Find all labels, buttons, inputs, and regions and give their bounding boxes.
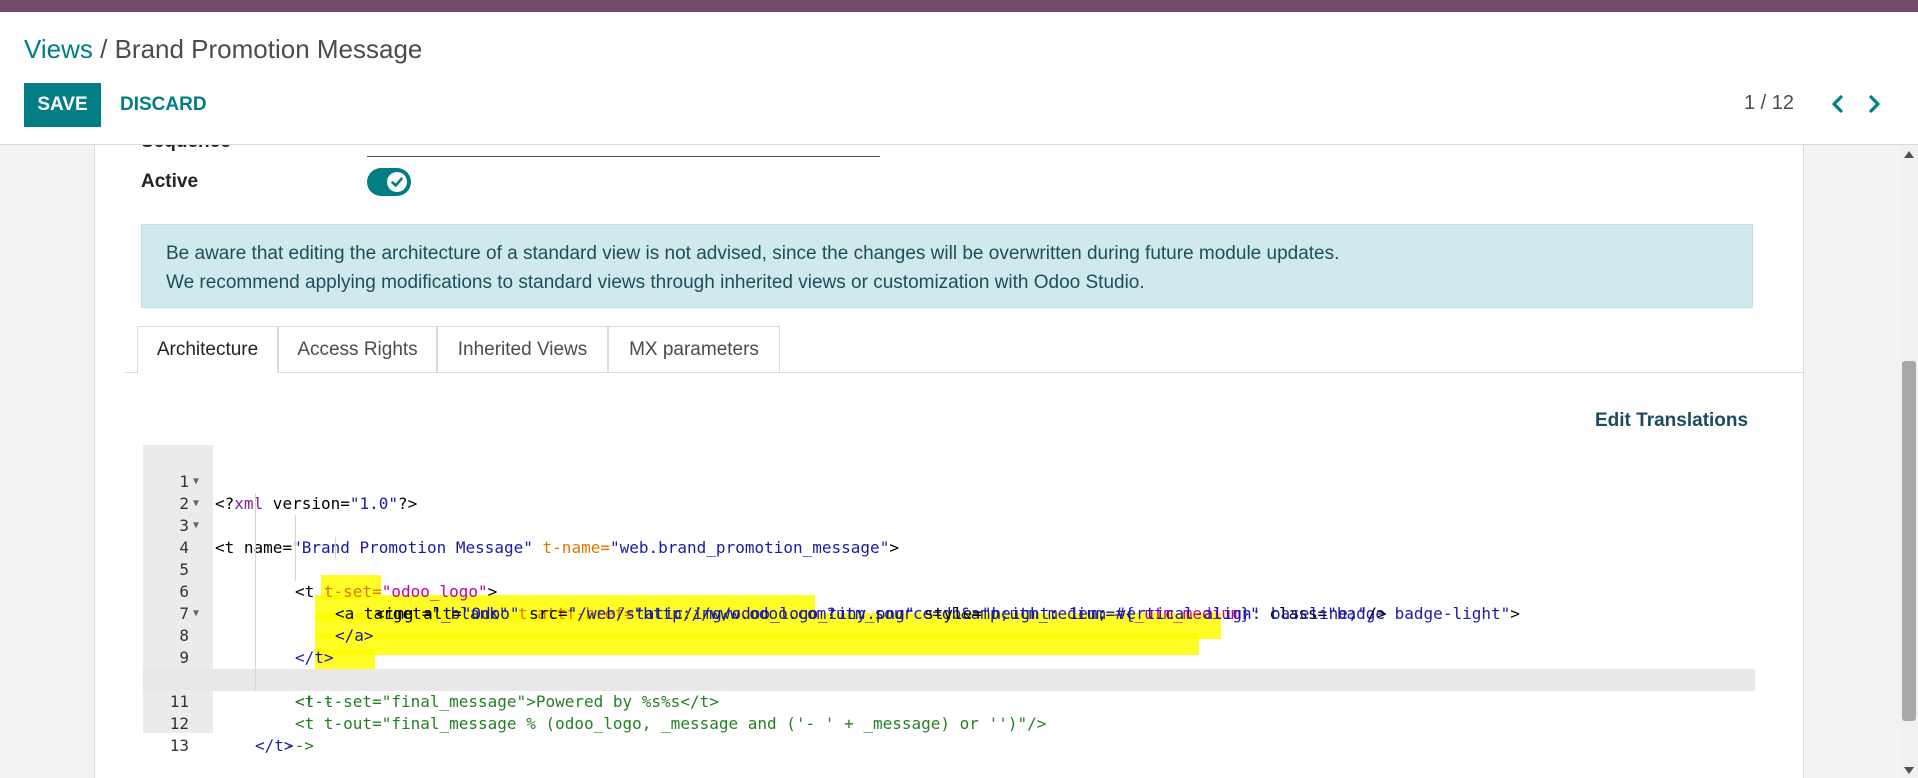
line-number: 13 [169,736,189,755]
notebook-tabs: Architecture Access Rights Inherited Vie… [125,326,1803,373]
active-label: Active [141,171,199,192]
code-line: 4 ▼ <a target="_blank" t-attf-href="http… [143,515,1755,623]
fold-arrow-icon[interactable]: ▼ [193,515,203,537]
sequence-label: Sequence [141,145,231,153]
fold-arrow-icon[interactable]: ▼ [193,603,203,625]
pager-value[interactable]: 1 / 12 [1744,92,1794,115]
code-editor[interactable]: 1 <?xml version="1.0"?> 2 ▼ <t name="Bra… [143,445,1755,755]
code-line: 2 ▼ <t name="Brand Promotion Message" t-… [143,471,1755,557]
code-line: 3 ▼ <t t-set="odoo_logo"> [143,493,1755,601]
code-line: 7 </t> [143,581,1755,667]
tab-architecture[interactable]: Architecture [137,326,278,373]
code-line-active: 11 --> [143,669,1755,755]
pager-previous-button[interactable] [1826,90,1850,118]
chevron-right-icon [1869,95,1880,113]
fold-arrow-icon[interactable]: ▼ [193,471,203,493]
top-navbar [0,0,1918,12]
tab-inherited-views[interactable]: Inherited Views [437,326,608,372]
code-line: 1 <?xml version="1.0"?> [143,449,1755,513]
scroll-down-arrow-icon[interactable] [1904,767,1914,774]
sequence-field[interactable] [367,156,880,157]
tab-mx-parameters[interactable]: MX parameters [608,326,780,372]
pager-next-button[interactable] [1862,90,1886,118]
breadcrumb-separator: / [92,34,115,64]
page-scrollbar[interactable] [1900,145,1918,778]
discard-button[interactable]: DISCARD [112,83,215,127]
active-toggle[interactable] [367,168,411,196]
warning-alert: Be aware that editing the architecture o… [141,224,1753,308]
chevron-left-icon [1832,95,1843,113]
form-sheet: Sequence Active Be aware that editing th… [94,145,1804,778]
toggle-knob [387,172,407,192]
breadcrumb: Views / Brand Promotion Message [24,34,422,65]
fold-arrow-icon[interactable]: ▼ [193,493,203,515]
breadcrumb-views-link[interactable]: Views [24,34,93,64]
breadcrumb-current: Brand Promotion Message [114,34,423,64]
code-line: 10 <t t-out="final_message % (odoo_logo,… [143,647,1755,733]
code-line: 13 [143,713,1755,755]
scroll-up-arrow-icon[interactable] [1904,151,1914,158]
edit-translations-button[interactable]: Edit Translations [1595,410,1748,432]
control-panel: Views / Brand Promotion Message SAVE DIS… [0,12,1918,145]
alert-line-1: Be aware that editing the architecture o… [166,243,1340,264]
form-view-area: Sequence Active Be aware that editing th… [0,145,1900,778]
save-button[interactable]: SAVE [24,83,101,127]
scrollbar-thumb[interactable] [1902,361,1916,721]
alert-line-2: We recommend applying modifications to s… [166,272,1145,293]
code-line: 9 <t t-set="final_message">Powered by %s… [143,625,1755,711]
code-line: 12 </t> [143,691,1755,755]
tab-access-rights[interactable]: Access Rights [278,326,437,372]
code-line: 6 </a> [143,559,1755,645]
code-line: 8 ▼ <!-- [143,603,1755,711]
code-line: 5 <img alt="Odoo" src="/web/static/img/o… [143,537,1755,623]
check-icon [391,177,403,187]
